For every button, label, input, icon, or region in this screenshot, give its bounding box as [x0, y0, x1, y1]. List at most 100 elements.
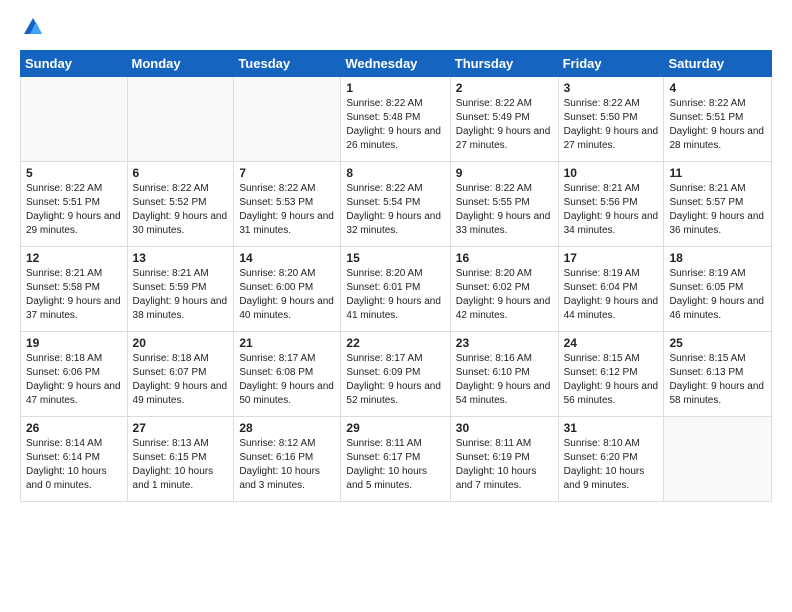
weekday-header-friday: Friday — [558, 51, 664, 77]
day-info: Sunrise: 8:22 AM Sunset: 5:53 PM Dayligh… — [239, 182, 335, 238]
day-number: 31 — [564, 421, 659, 435]
header — [20, 16, 772, 38]
day-number: 14 — [239, 251, 335, 265]
calendar-cell: 23 Sunrise: 8:16 AM Sunset: 6:10 PM Dayli… — [450, 332, 558, 417]
weekday-header-thursday: Thursday — [450, 51, 558, 77]
day-info: Sunrise: 8:22 AM Sunset: 5:51 PM Dayligh… — [26, 182, 122, 238]
day-info: Sunrise: 8:10 AM Sunset: 6:20 PM Dayligh… — [564, 437, 659, 493]
calendar-cell: 4 Sunrise: 8:22 AM Sunset: 5:51 PM Daylig… — [664, 77, 772, 162]
day-info: Sunrise: 8:21 AM Sunset: 5:59 PM Dayligh… — [133, 267, 229, 323]
day-number: 13 — [133, 251, 229, 265]
day-info: Sunrise: 8:22 AM Sunset: 5:50 PM Dayligh… — [564, 97, 659, 153]
calendar-cell: 26 Sunrise: 8:14 AM Sunset: 6:14 PM Dayli… — [21, 417, 128, 502]
week-row-1: 1Sunrise: 8:22 AM Sunset: 5:48 PM Daylig… — [21, 77, 772, 162]
day-number: 6 — [133, 166, 229, 180]
day-number: 29 — [346, 421, 444, 435]
day-info: Sunrise: 8:22 AM Sunset: 5:48 PM Dayligh… — [346, 97, 444, 153]
day-number: 4 — [669, 81, 766, 95]
week-row-2: 5 Sunrise: 8:22 AM Sunset: 5:51 PM Daylig… — [21, 162, 772, 247]
calendar-cell: 3Sunrise: 8:22 AM Sunset: 5:50 PM Daylig… — [558, 77, 664, 162]
day-info: Sunrise: 8:22 AM Sunset: 5:52 PM Dayligh… — [133, 182, 229, 238]
calendar-cell: 1Sunrise: 8:22 AM Sunset: 5:48 PM Daylig… — [341, 77, 450, 162]
week-row-3: 12 Sunrise: 8:21 AM Sunset: 5:58 PM Dayli… — [21, 247, 772, 332]
calendar-cell: 12 Sunrise: 8:21 AM Sunset: 5:58 PM Dayli… — [21, 247, 128, 332]
weekday-header-sunday: Sunday — [21, 51, 128, 77]
day-info: Sunrise: 8:14 AM Sunset: 6:14 PM Dayligh… — [26, 437, 122, 493]
calendar-cell: 24 Sunrise: 8:15 AM Sunset: 6:12 PM Dayli… — [558, 332, 664, 417]
day-number: 12 — [26, 251, 122, 265]
day-number: 17 — [564, 251, 659, 265]
weekday-header-tuesday: Tuesday — [234, 51, 341, 77]
calendar-cell: 22 Sunrise: 8:17 AM Sunset: 6:09 PM Dayli… — [341, 332, 450, 417]
day-info: Sunrise: 8:19 AM Sunset: 6:04 PM Dayligh… — [564, 267, 659, 323]
day-number: 24 — [564, 336, 659, 350]
day-number: 22 — [346, 336, 444, 350]
day-info: Sunrise: 8:20 AM Sunset: 6:00 PM Dayligh… — [239, 267, 335, 323]
calendar-cell: 9 Sunrise: 8:22 AM Sunset: 5:55 PM Daylig… — [450, 162, 558, 247]
day-number: 8 — [346, 166, 444, 180]
calendar-cell: 10Sunrise: 8:21 AM Sunset: 5:56 PM Dayli… — [558, 162, 664, 247]
day-number: 30 — [456, 421, 553, 435]
day-info: Sunrise: 8:18 AM Sunset: 6:07 PM Dayligh… — [133, 352, 229, 408]
week-row-4: 19 Sunrise: 8:18 AM Sunset: 6:06 PM Dayli… — [21, 332, 772, 417]
calendar-cell: 31 Sunrise: 8:10 AM Sunset: 6:20 PM Dayli… — [558, 417, 664, 502]
day-info: Sunrise: 8:22 AM Sunset: 5:55 PM Dayligh… — [456, 182, 553, 238]
weekday-header-row: SundayMondayTuesdayWednesdayThursdayFrid… — [21, 51, 772, 77]
day-number: 25 — [669, 336, 766, 350]
calendar-cell: 11 Sunrise: 8:21 AM Sunset: 5:57 PM Dayli… — [664, 162, 772, 247]
calendar-cell: 30 Sunrise: 8:11 AM Sunset: 6:19 PM Dayli… — [450, 417, 558, 502]
day-number: 15 — [346, 251, 444, 265]
day-info: Sunrise: 8:15 AM Sunset: 6:13 PM Dayligh… — [669, 352, 766, 408]
day-info: Sunrise: 8:15 AM Sunset: 6:12 PM Dayligh… — [564, 352, 659, 408]
week-row-5: 26 Sunrise: 8:14 AM Sunset: 6:14 PM Dayli… — [21, 417, 772, 502]
calendar-cell: 6 Sunrise: 8:22 AM Sunset: 5:52 PM Daylig… — [127, 162, 234, 247]
calendar-cell — [21, 77, 128, 162]
day-number: 9 — [456, 166, 553, 180]
day-number: 16 — [456, 251, 553, 265]
calendar-cell: 13 Sunrise: 8:21 AM Sunset: 5:59 PM Dayli… — [127, 247, 234, 332]
calendar-cell: 29Sunrise: 8:11 AM Sunset: 6:17 PM Dayli… — [341, 417, 450, 502]
day-number: 21 — [239, 336, 335, 350]
day-info: Sunrise: 8:18 AM Sunset: 6:06 PM Dayligh… — [26, 352, 122, 408]
calendar-cell: 16 Sunrise: 8:20 AM Sunset: 6:02 PM Dayli… — [450, 247, 558, 332]
day-info: Sunrise: 8:19 AM Sunset: 6:05 PM Dayligh… — [669, 267, 766, 323]
calendar-cell: 15Sunrise: 8:20 AM Sunset: 6:01 PM Dayli… — [341, 247, 450, 332]
calendar-cell — [664, 417, 772, 502]
day-number: 19 — [26, 336, 122, 350]
day-number: 11 — [669, 166, 766, 180]
day-info: Sunrise: 8:17 AM Sunset: 6:09 PM Dayligh… — [346, 352, 444, 408]
logo — [20, 16, 44, 38]
calendar-cell: 14 Sunrise: 8:20 AM Sunset: 6:00 PM Dayli… — [234, 247, 341, 332]
calendar-cell — [234, 77, 341, 162]
day-number: 5 — [26, 166, 122, 180]
calendar-cell: 28Sunrise: 8:12 AM Sunset: 6:16 PM Dayli… — [234, 417, 341, 502]
calendar-cell: 17 Sunrise: 8:19 AM Sunset: 6:04 PM Dayli… — [558, 247, 664, 332]
calendar-cell: 8 Sunrise: 8:22 AM Sunset: 5:54 PM Daylig… — [341, 162, 450, 247]
weekday-header-monday: Monday — [127, 51, 234, 77]
day-info: Sunrise: 8:22 AM Sunset: 5:51 PM Dayligh… — [669, 97, 766, 153]
day-info: Sunrise: 8:22 AM Sunset: 5:54 PM Dayligh… — [346, 182, 444, 238]
calendar-cell: 21 Sunrise: 8:17 AM Sunset: 6:08 PM Dayli… — [234, 332, 341, 417]
day-number: 18 — [669, 251, 766, 265]
calendar-cell: 19 Sunrise: 8:18 AM Sunset: 6:06 PM Dayli… — [21, 332, 128, 417]
day-info: Sunrise: 8:12 AM Sunset: 6:16 PM Dayligh… — [239, 437, 335, 493]
calendar-cell: 20 Sunrise: 8:18 AM Sunset: 6:07 PM Dayli… — [127, 332, 234, 417]
day-number: 27 — [133, 421, 229, 435]
day-info: Sunrise: 8:20 AM Sunset: 6:02 PM Dayligh… — [456, 267, 553, 323]
day-info: Sunrise: 8:16 AM Sunset: 6:10 PM Dayligh… — [456, 352, 553, 408]
weekday-header-saturday: Saturday — [664, 51, 772, 77]
day-number: 26 — [26, 421, 122, 435]
day-info: Sunrise: 8:21 AM Sunset: 5:58 PM Dayligh… — [26, 267, 122, 323]
day-number: 23 — [456, 336, 553, 350]
day-number: 7 — [239, 166, 335, 180]
day-number: 10 — [564, 166, 659, 180]
calendar-cell: 25 Sunrise: 8:15 AM Sunset: 6:13 PM Dayli… — [664, 332, 772, 417]
day-number: 20 — [133, 336, 229, 350]
day-info: Sunrise: 8:11 AM Sunset: 6:19 PM Dayligh… — [456, 437, 553, 493]
calendar-cell: 27Sunrise: 8:13 AM Sunset: 6:15 PM Dayli… — [127, 417, 234, 502]
day-info: Sunrise: 8:21 AM Sunset: 5:57 PM Dayligh… — [669, 182, 766, 238]
page: SundayMondayTuesdayWednesdayThursdayFrid… — [0, 0, 792, 518]
day-info: Sunrise: 8:17 AM Sunset: 6:08 PM Dayligh… — [239, 352, 335, 408]
weekday-header-wednesday: Wednesday — [341, 51, 450, 77]
calendar-cell: 18 Sunrise: 8:19 AM Sunset: 6:05 PM Dayli… — [664, 247, 772, 332]
